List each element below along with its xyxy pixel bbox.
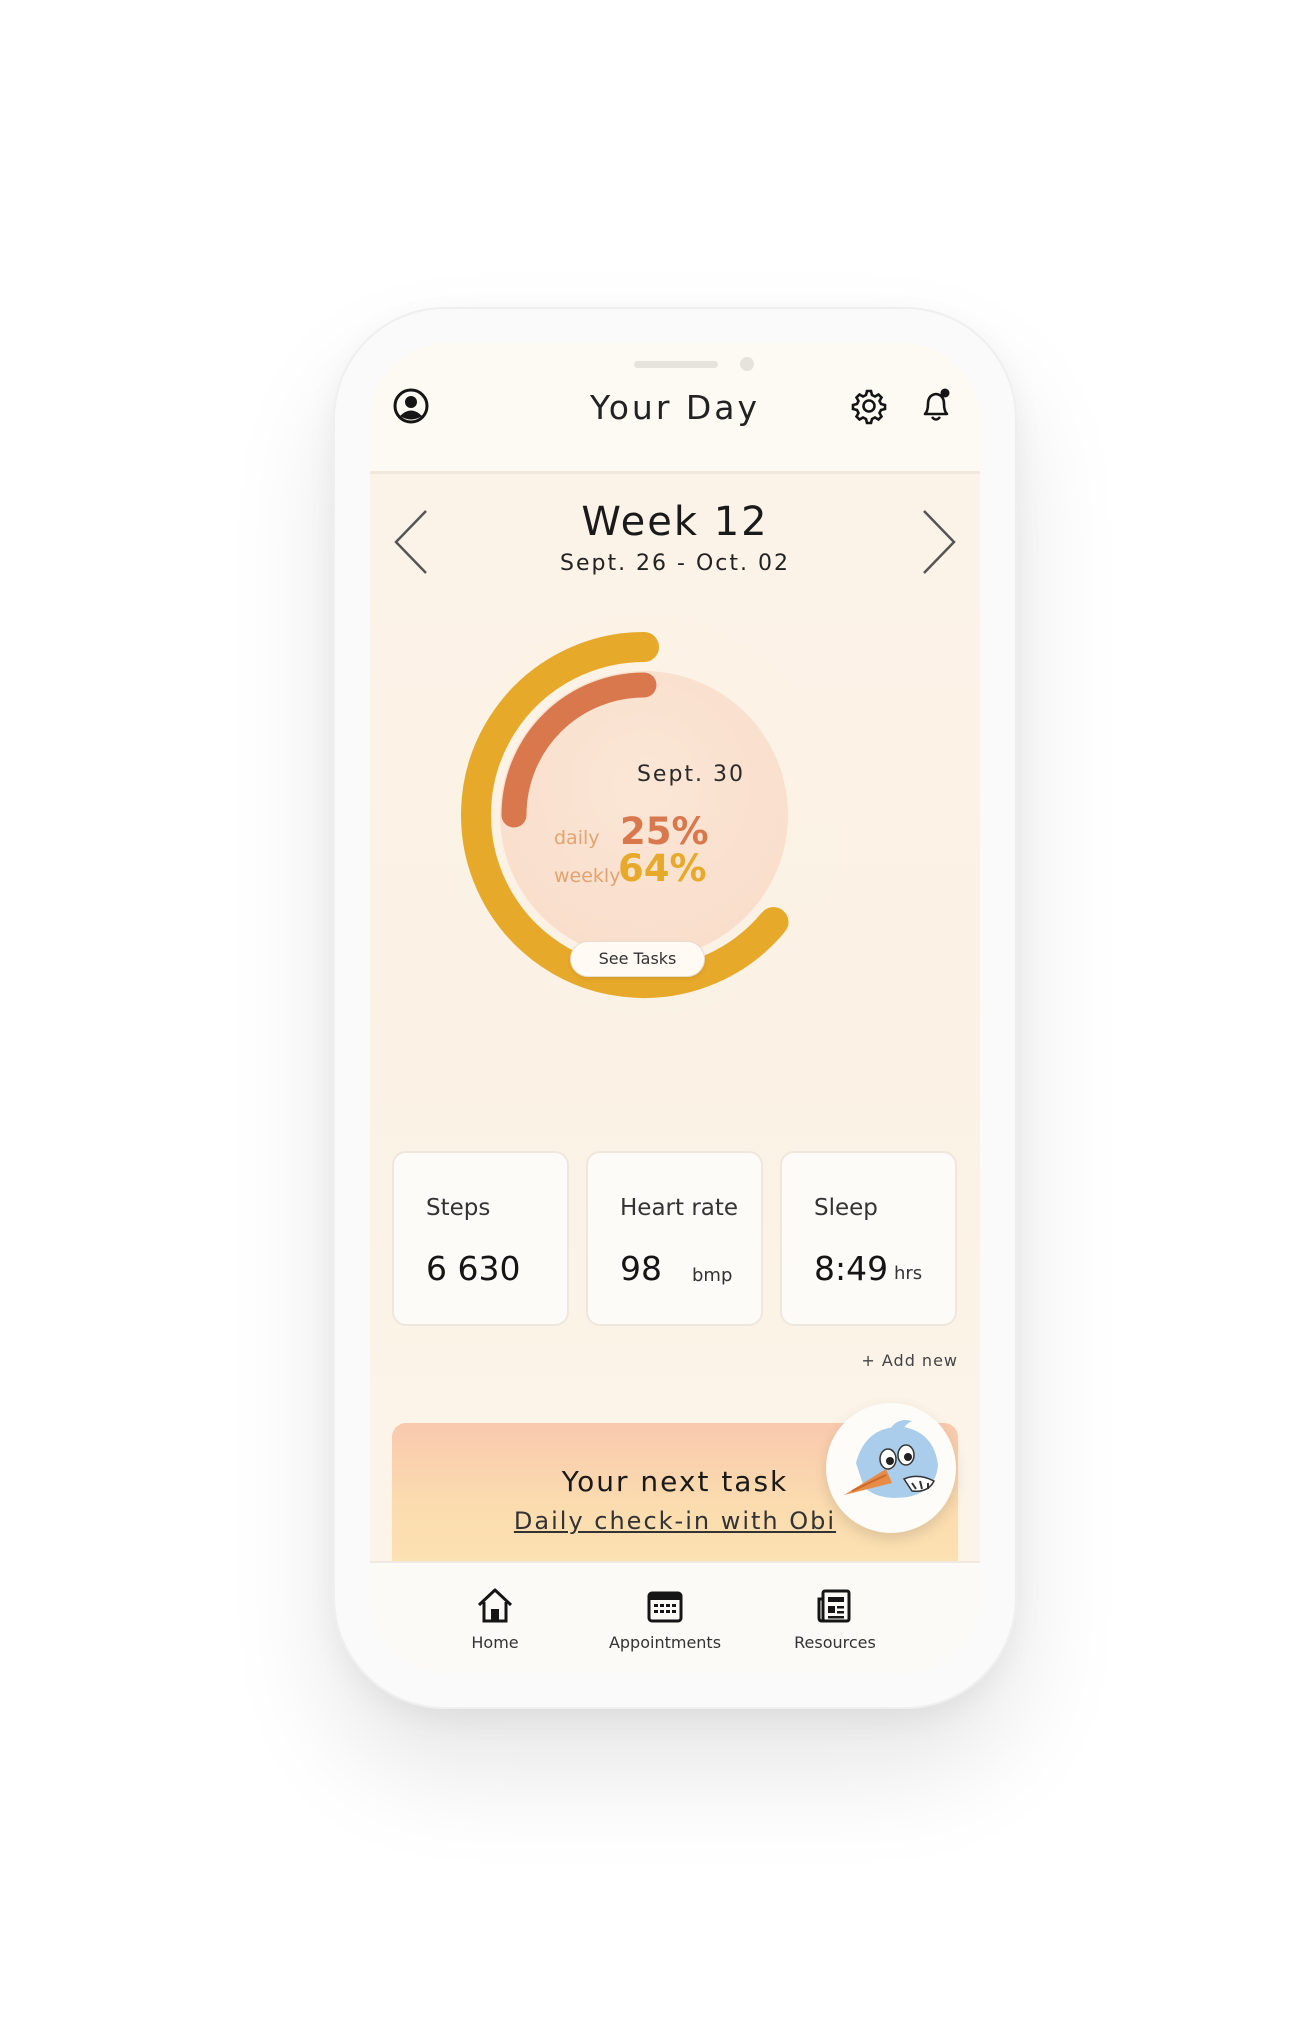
- notch: [548, 343, 802, 393]
- progress-ring: Sept. 30 daily 25% weekly 64% See Tasks: [436, 615, 846, 1015]
- progress-date: Sept. 30: [636, 762, 746, 787]
- stat-value: 6 630: [426, 1249, 521, 1288]
- stat-label: Heart rate: [620, 1195, 739, 1221]
- stat-unit: hrs: [894, 1263, 923, 1284]
- stat-card-steps[interactable]: Steps 6 630: [392, 1151, 569, 1326]
- stat-card-sleep[interactable]: Sleep 8:49 hrs: [780, 1151, 957, 1326]
- add-new-link[interactable]: + Add new: [861, 1351, 958, 1370]
- speaker: [634, 361, 718, 368]
- stat-unit: bmp: [692, 1265, 733, 1286]
- chevron-right-icon[interactable]: [920, 507, 960, 577]
- home-icon: [477, 1588, 513, 1623]
- tab-home[interactable]: Home: [410, 1573, 580, 1663]
- tab-label: Appointments: [608, 1633, 722, 1652]
- daily-label: daily: [554, 827, 600, 849]
- week-dates: Sept. 26 - Oct. 02: [559, 551, 790, 576]
- weekly-label: weekly: [554, 865, 621, 887]
- week-selector: Week 12 Sept. 26 - Oct. 02: [370, 493, 980, 613]
- bell-icon[interactable]: [916, 385, 956, 425]
- page-title: Your Day: [589, 388, 761, 427]
- tab-label: Resources: [794, 1633, 876, 1652]
- weekly-value: 64%: [618, 847, 707, 890]
- see-tasks-button[interactable]: See Tasks: [570, 941, 705, 977]
- stat-label: Steps: [426, 1195, 491, 1221]
- week-title: Week 12: [581, 499, 769, 545]
- calendar-icon: [647, 1591, 683, 1623]
- tab-appointments[interactable]: Appointments: [580, 1573, 750, 1663]
- bottom-tab-bar: Home Appointments Resources: [370, 1561, 980, 1673]
- user-circle-icon[interactable]: [392, 387, 430, 425]
- newspaper-icon: [817, 1589, 851, 1623]
- tab-label: Home: [471, 1633, 519, 1652]
- gear-icon[interactable]: [850, 387, 888, 425]
- bird-mascot-icon[interactable]: [826, 1403, 956, 1533]
- stat-card-heart-rate[interactable]: Heart rate 98 bmp: [586, 1151, 763, 1326]
- stat-value: 98: [620, 1249, 662, 1288]
- camera: [740, 357, 754, 371]
- tab-resources[interactable]: Resources: [750, 1573, 920, 1663]
- top-bar: Your Day: [370, 343, 980, 474]
- stat-label: Sleep: [814, 1195, 878, 1221]
- app-screen: Your Day Week 12 Sept. 26 - Oct. 02 Sept…: [370, 343, 980, 1673]
- stat-value: 8:49: [814, 1249, 889, 1288]
